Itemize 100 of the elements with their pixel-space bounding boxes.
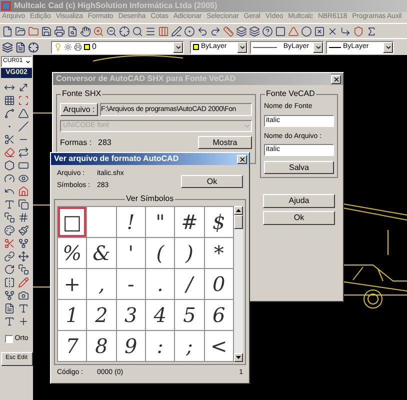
symbol-cell[interactable]: , <box>87 269 116 299</box>
eraser-icon[interactable] <box>4 147 15 158</box>
cross-icon[interactable] <box>327 26 338 36</box>
symbol-cell[interactable]: 1 <box>58 300 86 330</box>
crosshair-icon[interactable] <box>28 42 39 52</box>
square-x-icon[interactable] <box>314 26 325 36</box>
symbol-cell[interactable]: 7 <box>58 331 86 361</box>
printer-icon[interactable] <box>54 26 65 36</box>
triangle-icon[interactable] <box>288 26 299 36</box>
symbol-cell[interactable]: ( <box>146 238 174 268</box>
sigma-icon[interactable] <box>366 26 377 36</box>
symbol-cell[interactable]: . <box>146 269 174 299</box>
palette-icon[interactable] <box>4 225 15 236</box>
lines-icon[interactable] <box>145 26 156 36</box>
scroll-down-button[interactable] <box>234 353 243 362</box>
symbol-cell[interactable]: 6 <box>204 300 233 330</box>
text-icon[interactable] <box>4 199 15 210</box>
symbol-cell[interactable]: 0 <box>204 269 233 299</box>
symbol-cell[interactable]: * <box>204 238 233 268</box>
symbol-cell[interactable]: & <box>87 238 116 268</box>
letter-icon[interactable] <box>18 303 29 314</box>
zoom-out-icon[interactable] <box>106 26 117 36</box>
redo-icon[interactable] <box>210 26 221 36</box>
page-icon[interactable] <box>2 26 13 36</box>
crosshair-icon[interactable] <box>119 26 130 36</box>
symbol-cell[interactable] <box>87 207 116 237</box>
symbol-cell[interactable]: : <box>146 331 174 361</box>
folder-icon[interactable] <box>28 26 39 36</box>
hatch-icon[interactable] <box>18 212 29 223</box>
rotate-icon[interactable] <box>4 264 15 275</box>
node-icon[interactable] <box>4 290 15 301</box>
symbol-cell[interactable]: % <box>58 238 86 268</box>
layers-icon[interactable] <box>2 42 13 52</box>
camera-icon[interactable] <box>18 290 29 301</box>
close-button[interactable] <box>331 74 341 84</box>
ok-button[interactable]: Ok <box>263 211 335 225</box>
pencil-icon[interactable] <box>18 277 29 288</box>
symbol-cell[interactable]: ; <box>175 331 204 361</box>
scroll-up-button[interactable] <box>234 206 243 215</box>
layers-icon[interactable] <box>236 26 247 36</box>
symbol-cell[interactable]: 9 <box>116 331 145 361</box>
symbol-cell[interactable]: 5 <box>175 300 204 330</box>
symbol-cell[interactable]: 8 <box>87 331 116 361</box>
layer-dropdown[interactable]: 0 <box>51 40 184 54</box>
house-icon[interactable] <box>18 186 29 197</box>
scrollbar[interactable] <box>234 206 243 362</box>
symbol-cell[interactable]: □ <box>58 207 86 237</box>
scroll-thumb[interactable] <box>234 215 243 229</box>
symbol-cell[interactable]: # <box>175 207 204 237</box>
pen-icon[interactable] <box>171 26 182 36</box>
scissors-icon[interactable] <box>4 134 15 145</box>
symbol-cell[interactable]: 2 <box>87 300 116 330</box>
document-icon[interactable] <box>4 303 15 314</box>
scan-icon[interactable] <box>18 95 29 106</box>
symbol-cell[interactable]: ) <box>175 238 204 268</box>
symbol-cell[interactable]: / <box>175 269 204 299</box>
eye-icon[interactable] <box>18 173 29 184</box>
rectangle-icon[interactable] <box>18 160 29 171</box>
symbol-cell[interactable]: - <box>116 269 145 299</box>
stack-icon[interactable] <box>4 212 15 223</box>
hand-icon[interactable] <box>80 26 91 36</box>
circle-icon[interactable] <box>301 26 312 36</box>
ok-button[interactable]: Ok <box>181 175 243 188</box>
letter-icon[interactable] <box>4 316 15 327</box>
loop-icon[interactable] <box>18 147 29 158</box>
symbol-cell[interactable]: < <box>204 331 233 361</box>
help-icon[interactable] <box>262 26 273 36</box>
fork-icon[interactable] <box>18 238 29 249</box>
square-icon[interactable] <box>275 26 286 36</box>
save-button[interactable]: Salva <box>264 161 334 174</box>
symbol-cell[interactable]: 4 <box>146 300 174 330</box>
triangle-icon[interactable] <box>18 108 29 119</box>
grid-icon[interactable] <box>4 95 15 106</box>
plus-icon[interactable] <box>18 316 29 327</box>
shield-icon[interactable] <box>353 26 364 36</box>
show-button[interactable]: Mostra <box>198 136 252 149</box>
symbol-cell[interactable]: + <box>58 269 86 299</box>
save-icon[interactable] <box>41 26 52 36</box>
target-icon[interactable] <box>184 26 195 36</box>
trim-icon[interactable] <box>4 238 15 249</box>
arc-icon[interactable] <box>4 186 15 197</box>
curve-icon[interactable] <box>4 108 15 119</box>
columns-icon[interactable] <box>158 26 169 36</box>
symbol-cell[interactable]: 3 <box>116 300 145 330</box>
gauge-icon[interactable] <box>4 173 15 184</box>
copy-icon[interactable] <box>18 199 29 210</box>
search-icon[interactable] <box>132 26 143 36</box>
hexagon-icon[interactable] <box>4 160 15 171</box>
file-button[interactable]: Arquivo : <box>60 103 98 116</box>
undo-icon[interactable] <box>197 26 208 36</box>
mirror-icon[interactable] <box>4 277 15 288</box>
symbol-cell[interactable]: $ <box>204 207 233 237</box>
move-icon[interactable] <box>18 251 29 262</box>
offset-icon[interactable] <box>18 264 29 275</box>
symbol-cell[interactable]: " <box>146 207 174 237</box>
document-icon[interactable] <box>15 42 26 52</box>
ortho-checkbox[interactable] <box>4 335 13 344</box>
file-search-icon[interactable] <box>67 26 78 36</box>
brush-icon[interactable] <box>18 225 29 236</box>
corner-arrow-icon[interactable] <box>340 26 351 36</box>
